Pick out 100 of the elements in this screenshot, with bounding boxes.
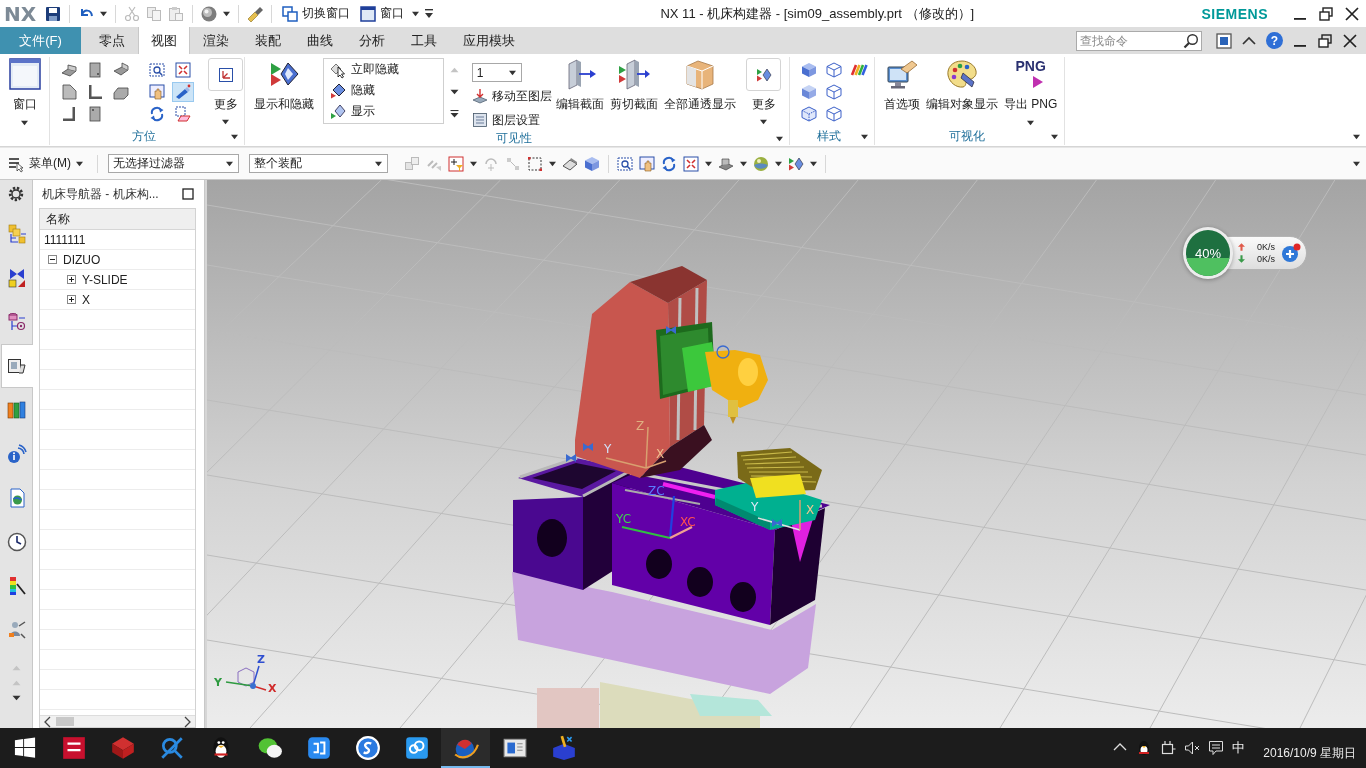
scrollbar-thumb[interactable] <box>56 717 74 726</box>
zoom-fit-icon[interactable] <box>617 155 633 172</box>
caret-icon[interactable] <box>412 10 420 17</box>
angled-view-icon[interactable] <box>113 62 129 78</box>
brush-icon[interactable] <box>247 5 264 22</box>
settings-icon[interactable] <box>7 185 25 203</box>
list-item[interactable]: 显示 <box>329 101 444 122</box>
quick-access-button[interactable]: 切换窗口 <box>280 5 353 22</box>
view-tool-button[interactable] <box>172 60 194 80</box>
file-tab[interactable]: 文件(F) <box>0 27 81 54</box>
sphere-icon[interactable] <box>201 5 218 22</box>
isometric-view-icon[interactable] <box>61 62 77 78</box>
slanted-view-icon[interactable] <box>113 84 129 100</box>
eraser-icon[interactable] <box>562 155 578 172</box>
scroll-left-icon[interactable] <box>44 716 51 727</box>
tree-item[interactable]: DIZUO <box>63 252 101 267</box>
scroll-down-icon[interactable] <box>11 694 21 702</box>
pan-hand-icon[interactable] <box>639 155 655 172</box>
caret-icon[interactable] <box>100 10 108 17</box>
close-icon[interactable] <box>1344 5 1360 22</box>
view-triad-drawing[interactable] <box>225 665 267 691</box>
muted-speaker-icon[interactable] <box>1184 740 1201 756</box>
caret-icon[interactable] <box>740 160 747 167</box>
wireframe-cube-icon[interactable] <box>825 84 842 100</box>
input-method-indicator[interactable]: 中 <box>1232 739 1246 757</box>
customize-caret-icon[interactable] <box>425 9 434 18</box>
dialog-launcher-icon[interactable] <box>861 132 868 140</box>
ribbon-tab[interactable]: 装配 <box>242 27 294 54</box>
close-icon[interactable] <box>1342 32 1358 49</box>
minus-box-icon[interactable] <box>48 255 57 264</box>
column-header[interactable]: 名称 <box>40 209 195 230</box>
clip-section-button[interactable]: 剪切截面 <box>607 57 661 113</box>
left-view-icon[interactable] <box>87 84 103 100</box>
caret-icon[interactable] <box>470 160 477 167</box>
show-and-hide-button[interactable]: 显示和隐藏 <box>250 57 318 113</box>
search-field[interactable]: 查找命令 <box>1076 30 1202 51</box>
tree-item[interactable]: X <box>82 292 90 307</box>
expand-list-icon[interactable] <box>450 110 460 118</box>
dialog-launcher-icon[interactable] <box>1051 132 1058 140</box>
ribbon-tab[interactable]: 曲线 <box>294 27 346 54</box>
quick-access-button[interactable]: 窗口 <box>358 5 407 22</box>
resource-tab[interactable] <box>0 344 33 388</box>
restore-icon[interactable] <box>1318 5 1334 22</box>
preferences-button[interactable]: 首选项 <box>881 57 923 113</box>
ribbon-options-caret-icon[interactable] <box>1353 133 1360 140</box>
front-view-icon[interactable] <box>87 62 103 78</box>
help-button[interactable]: ? <box>1266 32 1283 49</box>
layer-settings-button[interactable]: 图层设置 <box>471 110 553 130</box>
right-view-icon[interactable] <box>61 106 77 122</box>
tree-item[interactable]: 1111111 <box>44 232 86 247</box>
hidden-line-cube-icon[interactable] <box>800 106 817 122</box>
zoom-arrows-icon[interactable] <box>683 155 699 172</box>
ribbon-tab[interactable]: 渲染 <box>190 27 242 54</box>
export-png-button[interactable]: PNG 导出 PNG <box>1001 57 1061 126</box>
shaded-cube-icon[interactable] <box>800 84 817 100</box>
ribbon-tab[interactable]: 应用模块 <box>450 27 528 54</box>
dialog-launcher-icon[interactable] <box>776 135 783 142</box>
assembly-scope-dropdown[interactable]: 整个装配 <box>249 154 388 173</box>
view-tool-button[interactable] <box>172 82 194 102</box>
back-view-icon[interactable] <box>87 106 103 122</box>
move-to-layer-button[interactable]: 移动至图层 <box>471 86 553 106</box>
selection-filter-dropdown[interactable]: 无选择过滤器 <box>108 154 239 173</box>
plus-box-icon[interactable] <box>67 295 76 304</box>
plug-icon[interactable] <box>1160 740 1177 756</box>
fit-window-icon[interactable] <box>1216 32 1232 49</box>
restore-icon[interactable] <box>1317 32 1333 49</box>
clock-date[interactable]: 2016/10/9 星期日 <box>1263 745 1356 762</box>
filter-icon[interactable] <box>448 155 464 172</box>
list-item[interactable]: 隐藏 <box>329 80 444 101</box>
menu-button[interactable]: 菜单(M) <box>8 155 83 172</box>
caret-icon[interactable] <box>549 160 556 167</box>
start-icon[interactable] <box>13 737 36 759</box>
shaded-sphere-icon[interactable] <box>753 155 769 172</box>
machine-model-drawing[interactable] <box>513 266 830 625</box>
scroll-right-icon[interactable] <box>184 716 191 727</box>
render-style-icon[interactable] <box>718 155 734 172</box>
caret-icon[interactable] <box>223 10 231 17</box>
top-view-icon[interactable] <box>61 84 77 100</box>
ribbon-tab[interactable]: 视图 <box>138 27 190 54</box>
rotate-arrows-icon[interactable] <box>661 155 677 172</box>
3d-viewport[interactable]: Z Y X ZC YC XC Y X Z Y X 40% 0K/s 0K/s <box>207 180 1366 728</box>
taskbar-button[interactable] <box>441 728 490 768</box>
more-button[interactable]: 更多 <box>205 57 246 125</box>
tree-item[interactable]: Y-SLIDE <box>82 272 128 287</box>
rectangle-select-icon[interactable] <box>527 155 543 172</box>
edit-section-button[interactable]: 编辑截面 <box>553 57 607 113</box>
horizontal-scrollbar[interactable] <box>40 715 195 727</box>
search-icon[interactable] <box>1183 32 1199 49</box>
shaded-cube-icon[interactable] <box>584 155 600 172</box>
more-button[interactable]: 更多 <box>743 57 784 125</box>
shaded-cube-icon[interactable] <box>800 62 817 78</box>
caret-icon[interactable] <box>810 160 817 167</box>
wireframe-cube-icon[interactable] <box>825 106 842 122</box>
rainbow-stripes-icon[interactable] <box>850 62 867 78</box>
plus-box-icon[interactable] <box>67 275 76 284</box>
ribbon-tab[interactable]: 零点 <box>86 27 138 54</box>
plus-circle-icon[interactable] <box>1281 243 1301 263</box>
edit-object-display-button[interactable]: 编辑对象显示 <box>923 57 1001 113</box>
ribbon-tab[interactable]: 分析 <box>346 27 398 54</box>
list-item[interactable]: 立即隐藏 <box>329 59 444 80</box>
